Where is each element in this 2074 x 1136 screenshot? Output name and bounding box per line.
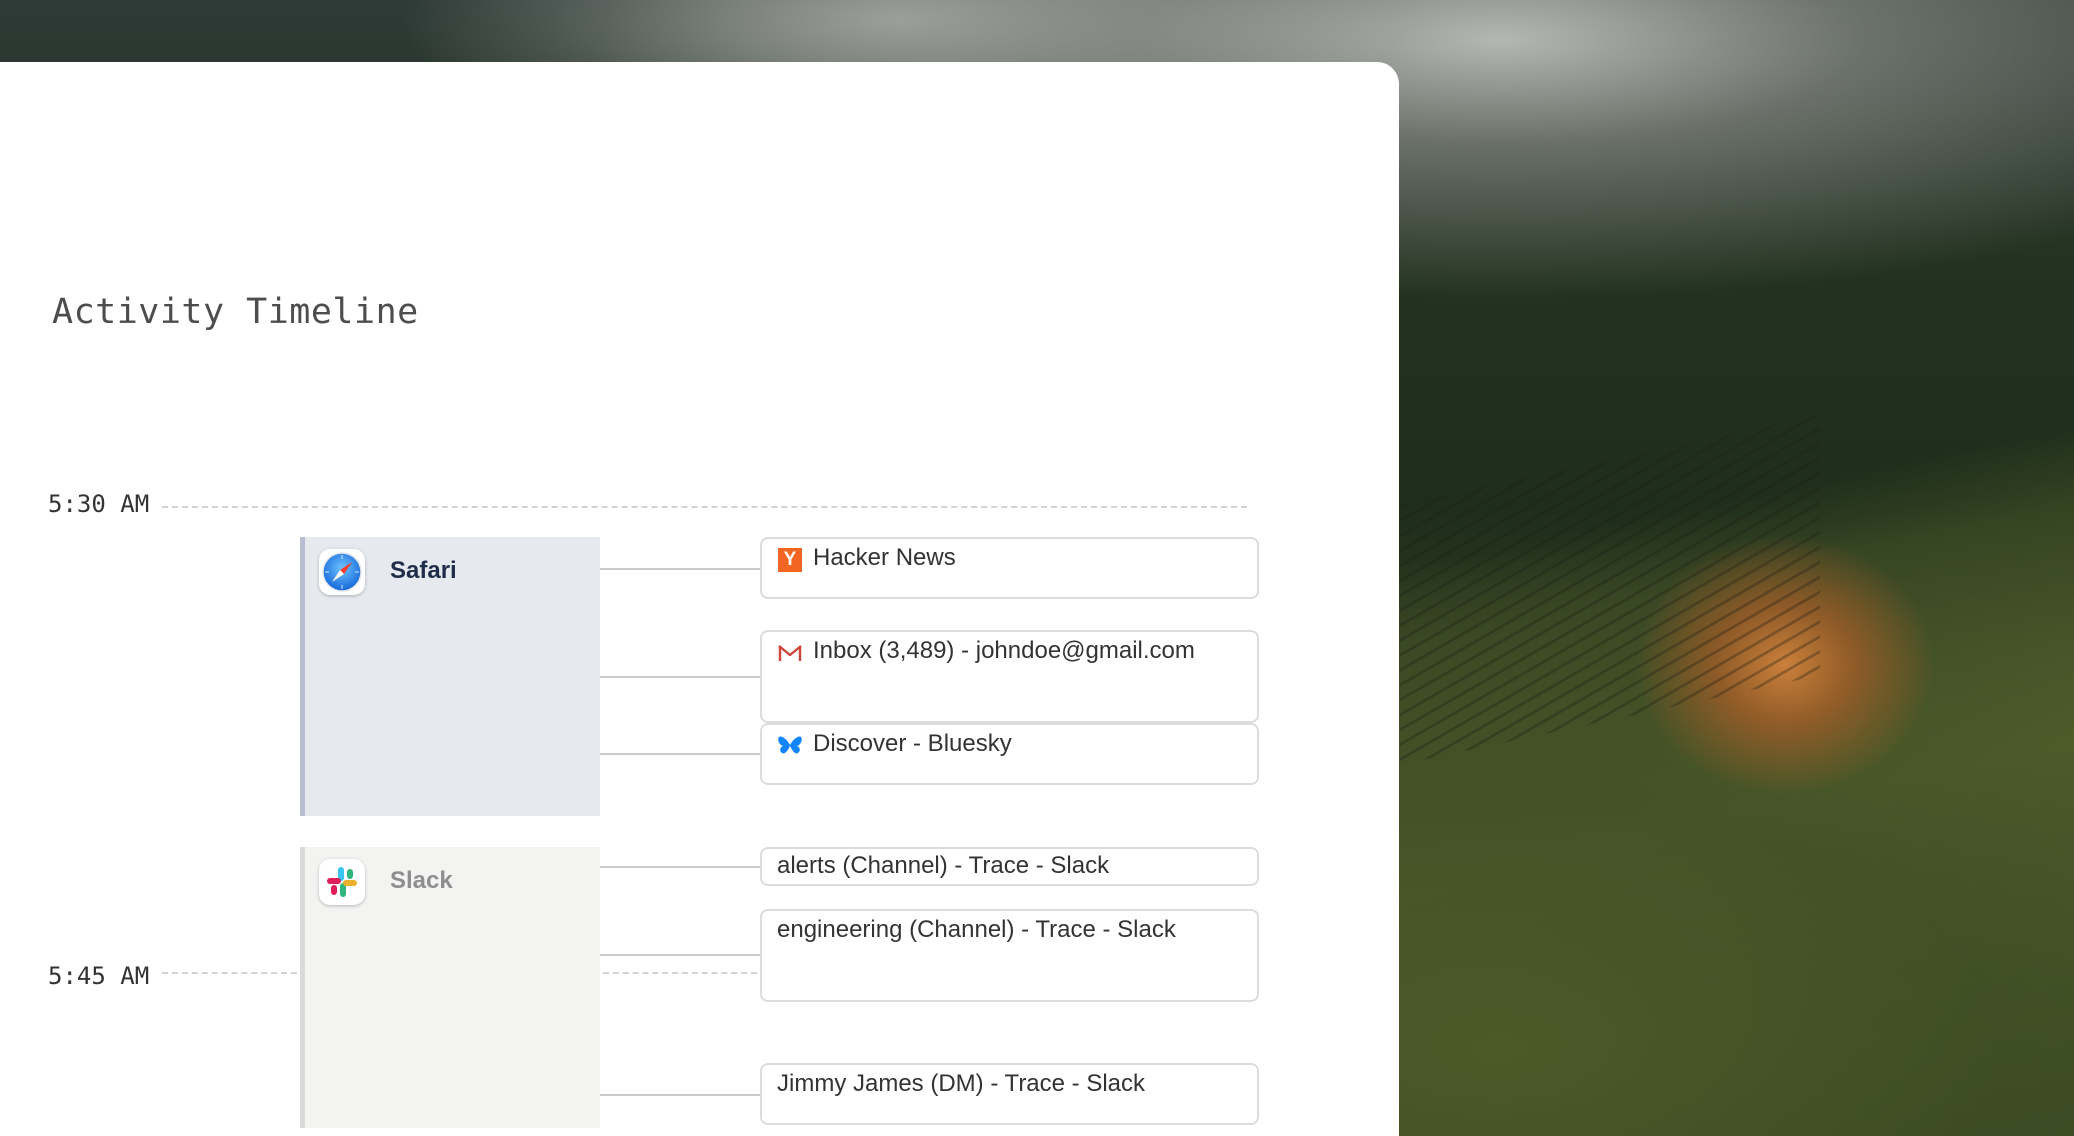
entry-title: engineering (Channel) - Trace - Slack (777, 916, 1176, 943)
entry-title: Jimmy James (DM) - Trace - Slack (777, 1070, 1146, 1097)
connector-line (600, 753, 760, 755)
activity-entry[interactable]: Discover - Bluesky (760, 723, 1259, 785)
connector-line (600, 866, 760, 868)
app-block-slack[interactable]: Slack (300, 847, 600, 1128)
gmail-icon (777, 640, 803, 666)
time-marker-label: 5:30 AM (48, 490, 150, 518)
activity-entry[interactable]: alerts (Channel) - Trace - Slack (760, 847, 1259, 886)
entry-title: Discover - Bluesky (813, 730, 1012, 757)
app-window: Activity Timeline 5:30 AM 5:45 AM Safari… (0, 62, 1399, 1136)
page-title: Activity Timeline (52, 292, 419, 332)
entry-title: Hacker News (813, 544, 956, 571)
app-block-safari[interactable]: Safari (300, 537, 600, 816)
time-marker-line (603, 972, 757, 974)
connector-line (600, 568, 760, 570)
safari-icon (319, 549, 365, 595)
connector-line (600, 1094, 760, 1096)
activity-entry[interactable]: engineering (Channel) - Trace - Slack (760, 909, 1259, 1002)
app-name-slack: Slack (390, 867, 453, 894)
time-marker-label: 5:45 AM (48, 962, 150, 990)
activity-entry[interactable]: Inbox (3,489) - johndoe@gmail.com (760, 630, 1259, 723)
entry-title: alerts (Channel) - Trace - Slack (777, 852, 1110, 879)
wallpaper-vineyard (1400, 415, 1820, 765)
activity-entry[interactable]: Jimmy James (DM) - Trace - Slack (760, 1063, 1259, 1125)
activity-entry[interactable]: Y Hacker News (760, 537, 1259, 599)
time-marker-line (162, 972, 297, 974)
app-name-safari: Safari (390, 557, 457, 584)
slack-icon (319, 859, 365, 905)
bluesky-butterfly-icon (777, 733, 803, 759)
connector-line (600, 954, 760, 956)
connector-line (600, 676, 760, 678)
entry-title: Inbox (3,489) - johndoe@gmail.com (813, 637, 1195, 664)
hacker-news-icon: Y (777, 547, 803, 573)
time-marker-line (162, 506, 1247, 508)
